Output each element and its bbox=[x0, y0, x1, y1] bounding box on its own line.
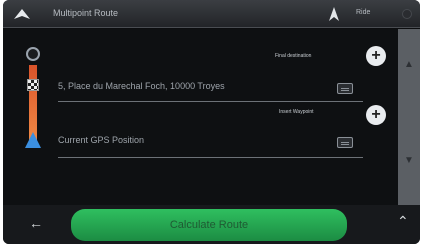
route-list: Final destination + 5, Place du Marechal… bbox=[3, 29, 398, 205]
chevron-up-icon[interactable]: ⌃ bbox=[397, 213, 409, 230]
checkered-flag-icon bbox=[27, 79, 39, 91]
divider bbox=[58, 101, 363, 102]
gps-icon bbox=[329, 7, 339, 21]
scroll-up-icon[interactable]: ▲ bbox=[401, 57, 417, 117]
header-bar: Multipoint Route Ride bbox=[3, 0, 420, 28]
start-marker-icon bbox=[26, 47, 40, 61]
scrollbar[interactable]: ▲ ▼ bbox=[398, 29, 420, 205]
current-position-icon bbox=[25, 132, 41, 148]
status-indicator bbox=[402, 9, 412, 19]
back-arrow-icon[interactable] bbox=[13, 7, 31, 21]
navigation-screen: Multipoint Route Ride Final destination … bbox=[3, 0, 420, 244]
status-text: Ride bbox=[356, 9, 371, 16]
divider bbox=[58, 157, 363, 158]
destination-item[interactable]: 5, Place du Marechal Foch, 10000 Troyes bbox=[58, 81, 225, 91]
page-title: Multipoint Route bbox=[53, 8, 119, 18]
insert-waypoint-button[interactable]: + bbox=[366, 105, 386, 125]
start-item[interactable]: Current GPS Position bbox=[58, 135, 144, 145]
destination-info-icon[interactable] bbox=[337, 83, 353, 94]
calculate-route-button[interactable]: Calculate Route bbox=[71, 209, 347, 241]
footer-bar: ← Calculate Route ⌃ bbox=[3, 205, 420, 244]
start-info-icon[interactable] bbox=[337, 137, 353, 148]
final-destination-label: Final destination bbox=[275, 53, 312, 59]
scroll-down-icon[interactable]: ▼ bbox=[401, 153, 417, 213]
back-button[interactable]: ← bbox=[29, 215, 43, 231]
insert-waypoint-label: Insert Waypoint bbox=[279, 109, 314, 115]
add-destination-button[interactable]: + bbox=[366, 46, 386, 66]
